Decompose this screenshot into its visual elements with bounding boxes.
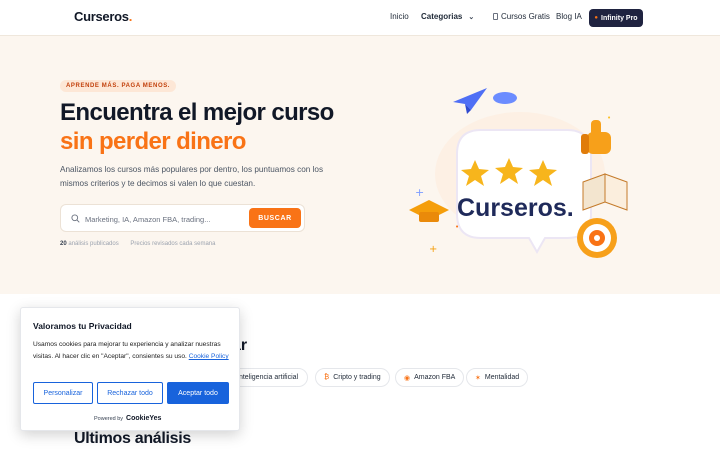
sparkle-icon: + — [415, 186, 424, 199]
infinity-pro-label: Infinity Pro — [601, 14, 638, 22]
nav-categorias[interactable]: Categorias ⌄ — [421, 12, 474, 21]
chevron-down-icon: ⌄ — [468, 13, 475, 21]
cookie-title: Valoramos tu Privacidad — [33, 321, 132, 331]
category-chip-amazon-fba[interactable]: ◉ Amazon FBA — [395, 368, 465, 387]
search-icon — [71, 214, 80, 223]
powered-by: Powered by CookieYes — [94, 415, 161, 422]
site-header: Curseros. Inicio Categorias ⌄ Cursos Gra… — [0, 0, 720, 36]
chat-cloud-icon — [493, 92, 517, 104]
hero-title-line1: Encuentra el mejor curso — [60, 99, 334, 126]
nav-categorias-label[interactable]: Categorias — [421, 12, 462, 21]
hero-title-line2: sin perder dinero — [60, 128, 246, 155]
cookieyes-logo[interactable]: CookieYes — [126, 415, 161, 422]
target-icon — [577, 218, 617, 258]
book-icon — [582, 173, 628, 211]
nav-blog-label[interactable]: Blog IA — [556, 12, 582, 21]
analysis-count: 20 — [60, 241, 67, 247]
cookie-policy-link[interactable]: Cookie Policy — [189, 353, 229, 360]
hero-section: APRENDE MÁS. PAGA MENOS. Encuentra el me… — [0, 36, 720, 294]
document-icon — [493, 13, 498, 20]
search-button[interactable]: BUSCAR — [249, 208, 301, 228]
nav-inicio-label[interactable]: Inicio — [390, 12, 409, 21]
chip-label: Mentalidad — [484, 374, 520, 381]
graduation-cap-base — [419, 212, 439, 222]
sparkle-icon: ● — [594, 15, 599, 21]
analysis-count-label: análisis publicados — [68, 241, 119, 247]
category-chip-cripto[interactable]: ₿ Cripto y trading — [315, 368, 390, 387]
hero-stats: 20 análisis publicados Precios revisados… — [60, 241, 215, 247]
illustration-brand-text: Curseros. — [457, 194, 574, 222]
brain-icon: ✶ — [475, 374, 481, 382]
search-input[interactable] — [85, 211, 245, 227]
powered-by-label: Powered by — [94, 415, 124, 422]
paper-plane-icon — [453, 88, 487, 110]
nav-inicio[interactable]: Inicio — [390, 12, 409, 21]
cookie-text: Usamos cookies para mejorar tu experienc… — [33, 339, 233, 363]
hero-subtitle: Analizamos los cursos más populares por … — [60, 165, 324, 188]
site-logo[interactable]: Curseros. — [74, 9, 132, 24]
coin-icon: ₿ — [324, 374, 330, 381]
nav-blog[interactable]: Blog IA — [556, 12, 582, 21]
cookie-consent-modal: Valoramos tu Privacidad Usamos cookies p… — [20, 307, 240, 431]
chip-label: Cripto y trading — [333, 374, 381, 381]
sparkle-icon: + — [429, 244, 437, 255]
nav-cursos-gratis-label[interactable]: Cursos Gratis — [501, 12, 550, 21]
sparkle-icon: • — [607, 114, 611, 122]
customize-button[interactable]: Personalizar — [33, 382, 93, 404]
chip-label: Inteligencia artificial — [237, 374, 299, 381]
chip-label: Amazon FBA — [414, 374, 456, 381]
thumbs-up-icon — [581, 120, 611, 154]
category-chip-mentalidad[interactable]: ✶ Mentalidad — [466, 368, 529, 387]
accept-all-button[interactable]: Aceptar todo — [167, 382, 229, 404]
reject-all-button[interactable]: Rechazar todo — [97, 382, 163, 404]
speech-bubble — [456, 129, 592, 255]
hero-badge: APRENDE MÁS. PAGA MENOS. — [60, 80, 177, 92]
box-icon: ◉ — [404, 374, 411, 382]
infinity-pro-button[interactable]: ● Infinity Pro — [589, 9, 643, 27]
latest-title: Últimos análisis — [74, 430, 192, 447]
price-note: Precios revisados cada semana — [130, 241, 216, 247]
search-bar: BUSCAR — [60, 204, 305, 232]
hero-illustration: + + • • Curseros. — [409, 88, 628, 258]
nav-cursos-gratis[interactable]: Cursos Gratis — [493, 12, 550, 21]
